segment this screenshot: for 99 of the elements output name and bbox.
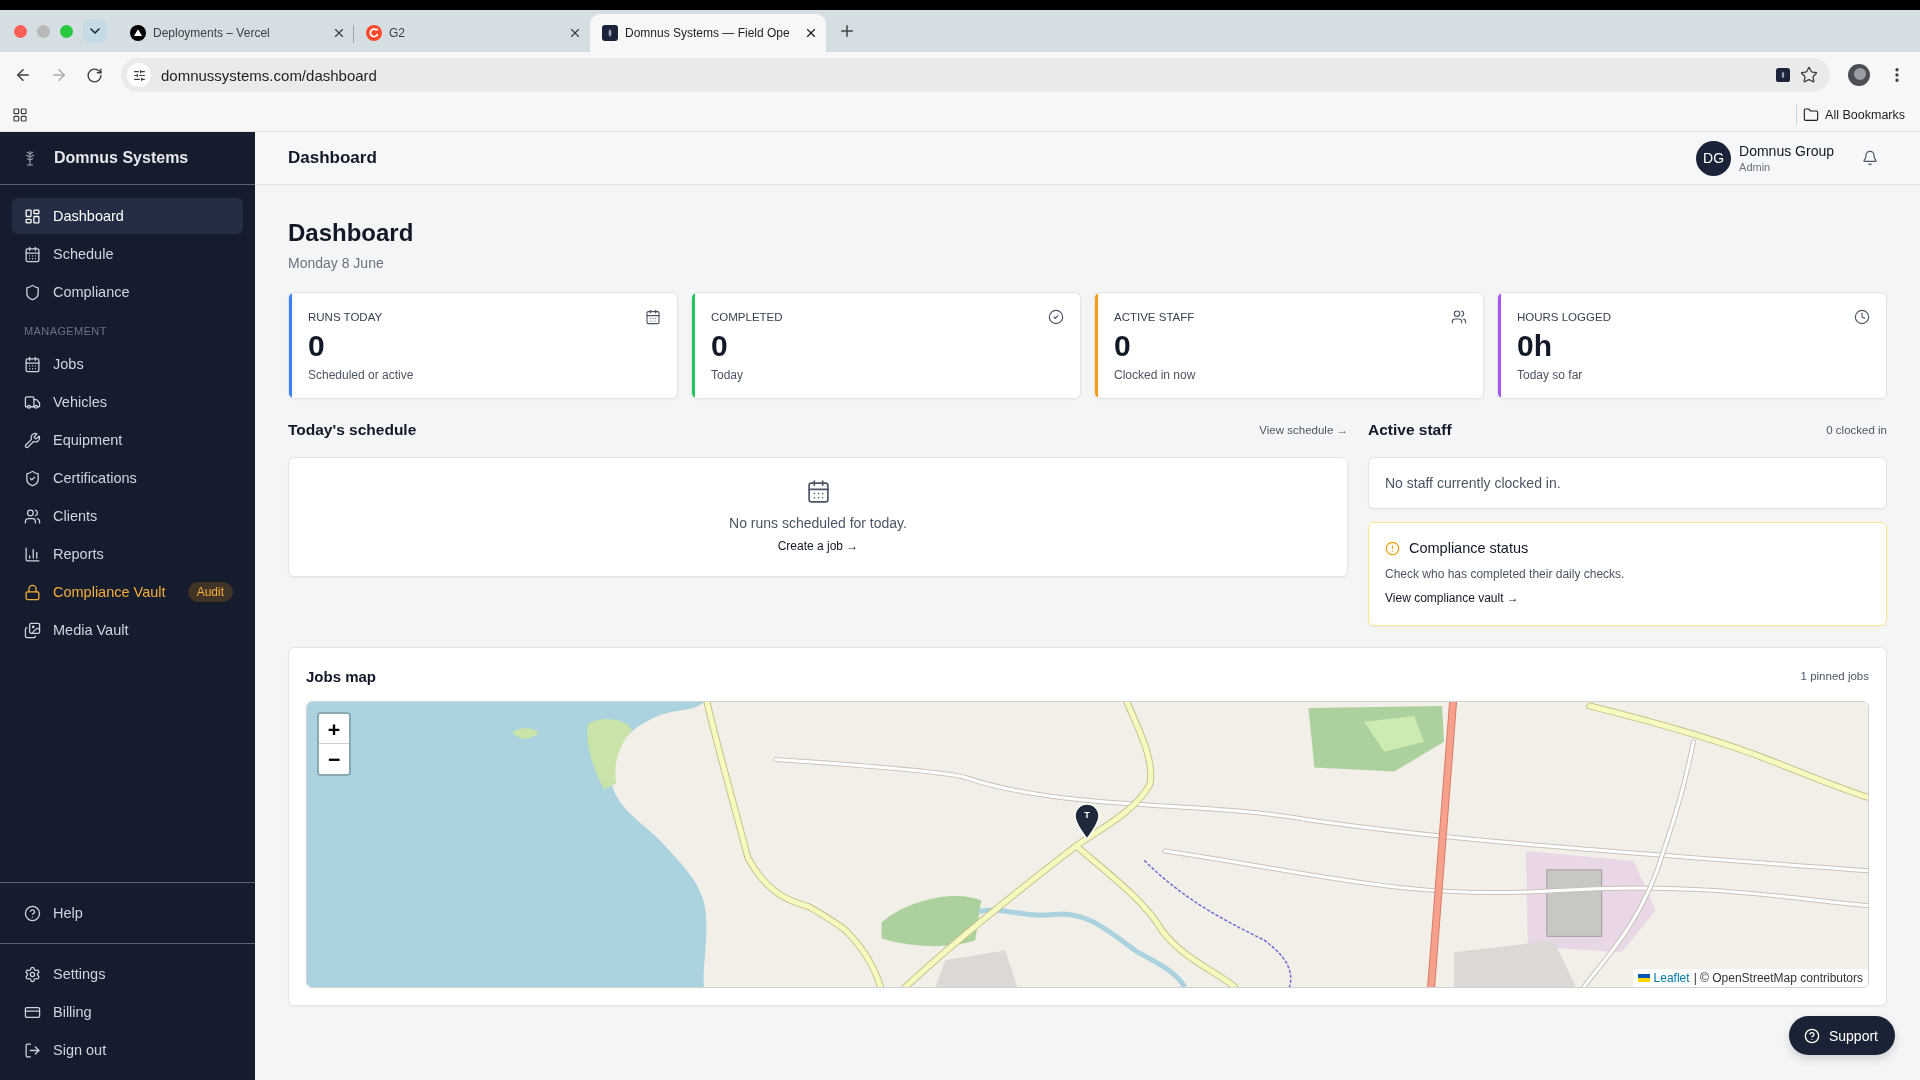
zoom-in-button[interactable]: +	[319, 714, 349, 744]
nav-item[interactable]: Sign out	[12, 1032, 243, 1068]
stat-caption: Clocked in now	[1114, 368, 1196, 382]
apps-grid-icon[interactable]	[12, 106, 28, 123]
dashboard-grid-icon	[24, 207, 41, 225]
brand-name: Domnus Systems	[54, 149, 189, 167]
compliance-text: Check who has completed their daily checks.	[1385, 566, 1625, 582]
section-title: Today's schedule	[288, 421, 417, 439]
images-icon	[24, 621, 41, 639]
new-tab-icon[interactable]	[838, 22, 856, 40]
nav-item[interactable]: Dashboard	[12, 198, 243, 234]
triangle-logo-icon	[130, 25, 146, 41]
app-logo-icon	[1776, 68, 1790, 82]
back-icon[interactable]	[14, 66, 32, 84]
nav-item[interactable]: Help	[12, 895, 243, 931]
nav-badge: Audit	[187, 582, 233, 602]
check-circle-icon	[1048, 309, 1064, 325]
nav-item[interactable]: Reports	[12, 536, 243, 572]
nav-item[interactable]: Settings	[12, 956, 243, 992]
circle-logo-icon	[366, 25, 382, 41]
pinned-count: 1 pinned jobs	[1800, 670, 1869, 682]
map-pin[interactable]: T	[1073, 802, 1101, 840]
header-title: Dashboard	[288, 148, 377, 168]
bar-chart-icon	[24, 545, 41, 563]
clock-icon	[1854, 309, 1870, 325]
folder-icon	[1803, 106, 1820, 123]
stat-caption: Today	[711, 368, 744, 382]
stat-caption: Scheduled or active	[308, 368, 414, 382]
nav-item[interactable]: Schedule	[12, 236, 243, 272]
browser-tab[interactable]: G2	[354, 14, 590, 52]
shield-check-icon	[24, 469, 41, 487]
reload-icon[interactable]	[86, 66, 103, 84]
bell-icon[interactable]	[1862, 150, 1878, 166]
wrench-icon	[24, 431, 41, 449]
close-icon[interactable]	[568, 26, 582, 40]
lock-icon	[24, 583, 41, 601]
bookmarks-folder[interactable]: All Bookmarks	[1803, 104, 1905, 125]
shield-icon	[24, 283, 41, 301]
nav-section-heading: MANAGEMENT	[23, 324, 108, 339]
nav-item[interactable]: Media Vault	[12, 612, 243, 648]
zoom-out-button[interactable]: −	[319, 744, 349, 774]
calendar-icon	[645, 309, 661, 325]
settings-icon	[24, 965, 41, 983]
calendar-icon	[24, 245, 41, 263]
help-icon	[1803, 1027, 1820, 1044]
emblem-icon	[24, 150, 36, 166]
sign-out-icon	[24, 1041, 41, 1059]
address-field[interactable]: domnussystems.com/dashboard	[121, 58, 1830, 92]
app-logo-icon	[602, 25, 618, 41]
nav-item[interactable]: Billing	[12, 994, 243, 1030]
browser-tab[interactable]: Domnus Systems — Field Ope	[590, 14, 826, 52]
nav-item[interactable]: Certifications	[12, 460, 243, 496]
nav-item[interactable]: Jobs	[12, 346, 243, 382]
site-settings-icon[interactable]	[127, 63, 151, 87]
user-avatar[interactable]: DG	[1696, 140, 1732, 176]
close-icon[interactable]	[332, 26, 346, 40]
stat-caption: Today so far	[1517, 368, 1583, 382]
stat-value: 0h	[1517, 330, 1552, 362]
nav-item[interactable]: Clients	[12, 498, 243, 534]
truck-icon	[24, 393, 41, 411]
stat-label: COMPLETED	[711, 310, 783, 324]
leaflet-link[interactable]: Leaflet	[1653, 970, 1690, 986]
nav-item[interactable]: Compliance Vault Audit	[12, 574, 243, 610]
compliance-title: Compliance status	[1409, 540, 1529, 556]
people-icon	[1451, 309, 1467, 325]
stat-label: HOURS LOGGED	[1517, 310, 1611, 324]
stat-label: RUNS TODAY	[308, 310, 383, 324]
map-attribution: | © OpenStreetMap contributors	[1693, 970, 1863, 986]
people-icon	[24, 507, 41, 525]
profile-avatar-icon[interactable]	[1848, 64, 1870, 86]
user-name: Domnus Group	[1739, 142, 1834, 160]
section-title: Jobs map	[306, 667, 377, 685]
browser-tab[interactable]: Deployments – Vercel	[118, 14, 354, 52]
bookmark-star-icon[interactable]	[1800, 66, 1818, 84]
calendar-icon	[24, 355, 41, 373]
stat-value: 0	[711, 330, 728, 362]
calendar-icon	[805, 479, 831, 504]
nav-item[interactable]: Equipment	[12, 422, 243, 458]
tab-search-button[interactable]	[83, 19, 107, 43]
empty-message: No runs scheduled for today.	[729, 514, 907, 532]
flag-icon	[1637, 974, 1650, 982]
stat-value: 0	[308, 330, 325, 362]
page-date: Monday 8 June	[288, 255, 385, 272]
nav-item[interactable]: Vehicles	[12, 384, 243, 420]
view-schedule-link[interactable]: View schedule →	[1259, 424, 1348, 436]
create-job-link[interactable]: Create a job →	[777, 538, 859, 554]
clocked-in-count: 0 clocked in	[1826, 424, 1887, 436]
help-icon	[24, 904, 41, 922]
close-icon[interactable]	[804, 26, 818, 40]
stat-label: ACTIVE STAFF	[1114, 310, 1195, 324]
nav-item[interactable]: Compliance	[12, 274, 243, 310]
compliance-vault-link[interactable]: View compliance vault →	[1385, 590, 1519, 606]
empty-message: No staff currently clocked in.	[1385, 475, 1561, 491]
support-button[interactable]: Support	[1788, 1016, 1895, 1055]
alert-icon	[1385, 540, 1400, 556]
page-title: Dashboard	[288, 218, 415, 248]
section-title: Active staff	[1368, 421, 1452, 439]
stat-value: 0	[1114, 330, 1131, 362]
user-role: Admin	[1739, 159, 1772, 174]
